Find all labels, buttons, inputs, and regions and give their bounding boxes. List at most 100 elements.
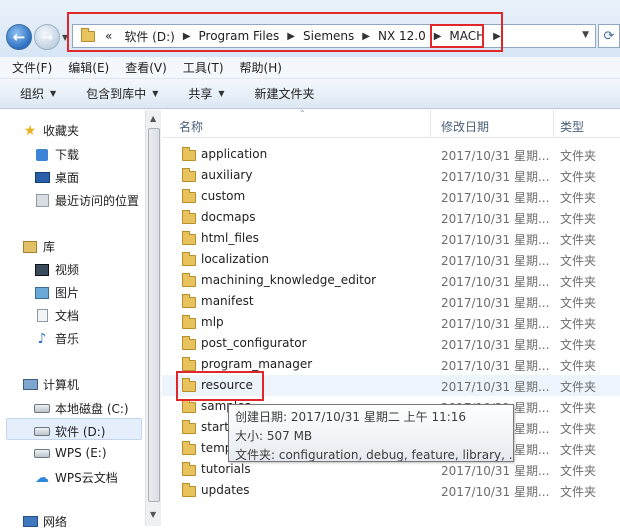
drive-icon: [34, 446, 50, 460]
share-label: 共享: [188, 87, 213, 101]
table-row[interactable]: machining_knowledge_editor 2017/10/31 星期.…: [162, 270, 620, 291]
file-modified-date: 2017/10/31 星期...: [441, 464, 550, 478]
nav-wps-cloud[interactable]: ☁ WPS云文档: [34, 469, 118, 486]
nav-scrollbar[interactable]: ▲ ▼: [145, 110, 161, 526]
file-type: 文件夹: [560, 380, 597, 394]
table-row[interactable]: custom 2017/10/31 星期... 文件夹: [162, 186, 620, 207]
table-row[interactable]: html_files 2017/10/31 星期... 文件夹: [162, 228, 620, 249]
nav-drive-c[interactable]: 本地磁盘 (C:): [34, 400, 129, 417]
desktop-icon: [34, 171, 50, 185]
file-type: 文件夹: [560, 338, 597, 352]
nav-videos[interactable]: 视频: [34, 261, 79, 278]
file-type: 文件夹: [560, 149, 597, 163]
file-name: post_configurator: [201, 336, 307, 350]
nav-drive-e[interactable]: WPS (E:): [34, 446, 107, 460]
nav-network[interactable]: 网络: [22, 513, 67, 530]
nav-downloads[interactable]: 下载: [34, 146, 79, 163]
navigation-pane: ★ 收藏夹 下载 桌面 最近访问的位置 库 视频 图片 文档 ♪ 音乐 计算机 …: [0, 110, 145, 529]
menu-help[interactable]: 帮助(H): [240, 59, 282, 76]
table-row[interactable]: localization 2017/10/31 星期... 文件夹: [162, 249, 620, 270]
folder-icon: [182, 147, 196, 161]
file-name: machining_knowledge_editor: [201, 273, 377, 287]
chevron-down-icon: ▼: [152, 89, 159, 98]
nav-pictures[interactable]: 图片: [34, 284, 79, 301]
file-modified-date: 2017/10/31 星期...: [441, 359, 550, 373]
file-name: mlp: [201, 315, 224, 329]
folder-icon: [182, 357, 196, 371]
column-divider[interactable]: [553, 110, 554, 138]
scroll-down-icon[interactable]: ▼: [150, 510, 156, 519]
file-type: 文件夹: [560, 317, 597, 331]
file-type: 文件夹: [560, 422, 597, 436]
include-in-library-button[interactable]: 包含到库中 ▼: [86, 85, 158, 102]
table-row[interactable]: post_configurator 2017/10/31 星期... 文件夹: [162, 333, 620, 354]
column-modified-date[interactable]: 修改日期: [441, 118, 489, 135]
scrollbar-thumb[interactable]: [148, 128, 160, 502]
folder-icon: [182, 441, 196, 455]
nav-favorites[interactable]: ★ 收藏夹: [22, 122, 79, 139]
file-name: localization: [201, 252, 269, 266]
table-row[interactable]: manifest 2017/10/31 星期... 文件夹: [162, 291, 620, 312]
address-dropdown-icon[interactable]: ▼: [582, 30, 589, 40]
document-icon: [34, 309, 50, 323]
table-row[interactable]: docmaps 2017/10/31 星期... 文件夹: [162, 207, 620, 228]
download-folder-icon: [34, 148, 50, 162]
refresh-button[interactable]: ⟳: [598, 24, 620, 48]
table-row[interactable]: auxiliary 2017/10/31 星期... 文件夹: [162, 165, 620, 186]
nav-libraries[interactable]: 库: [22, 238, 55, 255]
nav-documents[interactable]: 文档: [34, 307, 79, 324]
column-name[interactable]: 名称: [179, 118, 203, 135]
scroll-up-icon[interactable]: ▲: [150, 114, 156, 123]
column-divider[interactable]: [430, 110, 431, 138]
refresh-icon: ⟳: [603, 28, 615, 44]
table-row[interactable]: application 2017/10/31 星期... 文件夹: [162, 144, 620, 165]
file-modified-date: 2017/10/31 星期...: [441, 233, 550, 247]
nav-desktop[interactable]: 桌面: [34, 169, 79, 186]
file-type: 文件夹: [560, 233, 597, 247]
command-bar: 组织 ▼ 包含到库中 ▼ 共享 ▼ 新建文件夹: [0, 79, 620, 109]
file-list: ⌃ 名称 修改日期 类型 application 2017/10/31 星期...…: [162, 109, 620, 526]
nav-recent-places[interactable]: 最近访问的位置: [34, 192, 139, 209]
menu-file[interactable]: 文件(F): [12, 59, 52, 76]
column-type[interactable]: 类型: [560, 118, 584, 135]
file-name: program_manager: [201, 357, 313, 371]
table-row[interactable]: updates 2017/10/31 星期... 文件夹: [162, 480, 620, 501]
nav-network-label: 网络: [43, 515, 68, 529]
nav-computer[interactable]: 计算机: [22, 376, 79, 393]
tooltip-size: 大小: 507 MB: [235, 429, 313, 443]
picture-icon: [34, 286, 50, 300]
nav-pictures-label: 图片: [55, 286, 80, 300]
menu-edit[interactable]: 编辑(E): [68, 59, 109, 76]
table-row[interactable]: tutorials 2017/10/31 星期... 文件夹: [162, 459, 620, 480]
menu-view[interactable]: 查看(V): [125, 59, 167, 76]
new-folder-button[interactable]: 新建文件夹: [255, 85, 315, 102]
windows-drive-icon: [34, 402, 50, 416]
nav-music[interactable]: ♪ 音乐: [34, 330, 79, 347]
file-name: tutorials: [201, 462, 251, 476]
menu-tools[interactable]: 工具(T): [183, 59, 224, 76]
file-modified-date: 2017/10/31 星期...: [441, 170, 550, 184]
file-modified-date: 2017/10/31 星期...: [441, 485, 550, 499]
mach-highlight-box: [430, 24, 484, 48]
file-type: 文件夹: [560, 191, 597, 205]
file-modified-date: 2017/10/31 星期...: [441, 212, 550, 226]
table-row[interactable]: mlp 2017/10/31 星期... 文件夹: [162, 312, 620, 333]
file-type: 文件夹: [560, 485, 597, 499]
folder-icon: [182, 231, 196, 245]
share-button[interactable]: 共享 ▼: [188, 85, 224, 102]
organize-button[interactable]: 组织 ▼: [20, 85, 56, 102]
back-button[interactable]: ←: [6, 24, 32, 50]
file-name: application: [201, 147, 268, 161]
file-modified-date: 2017/10/31 星期...: [441, 149, 550, 163]
folder-icon: [182, 399, 196, 413]
resource-highlight-box: [176, 371, 264, 401]
folder-icon: [182, 252, 196, 266]
file-modified-date: 2017/10/31 星期...: [441, 191, 550, 205]
back-arrow-icon: ←: [12, 27, 26, 46]
file-modified-date: 2017/10/31 星期...: [441, 338, 550, 352]
forward-button[interactable]: →: [34, 24, 60, 50]
file-type: 文件夹: [560, 170, 597, 184]
file-type: 文件夹: [560, 359, 597, 373]
nav-drive-d[interactable]: 软件 (D:): [34, 423, 105, 440]
video-icon: [34, 263, 50, 277]
